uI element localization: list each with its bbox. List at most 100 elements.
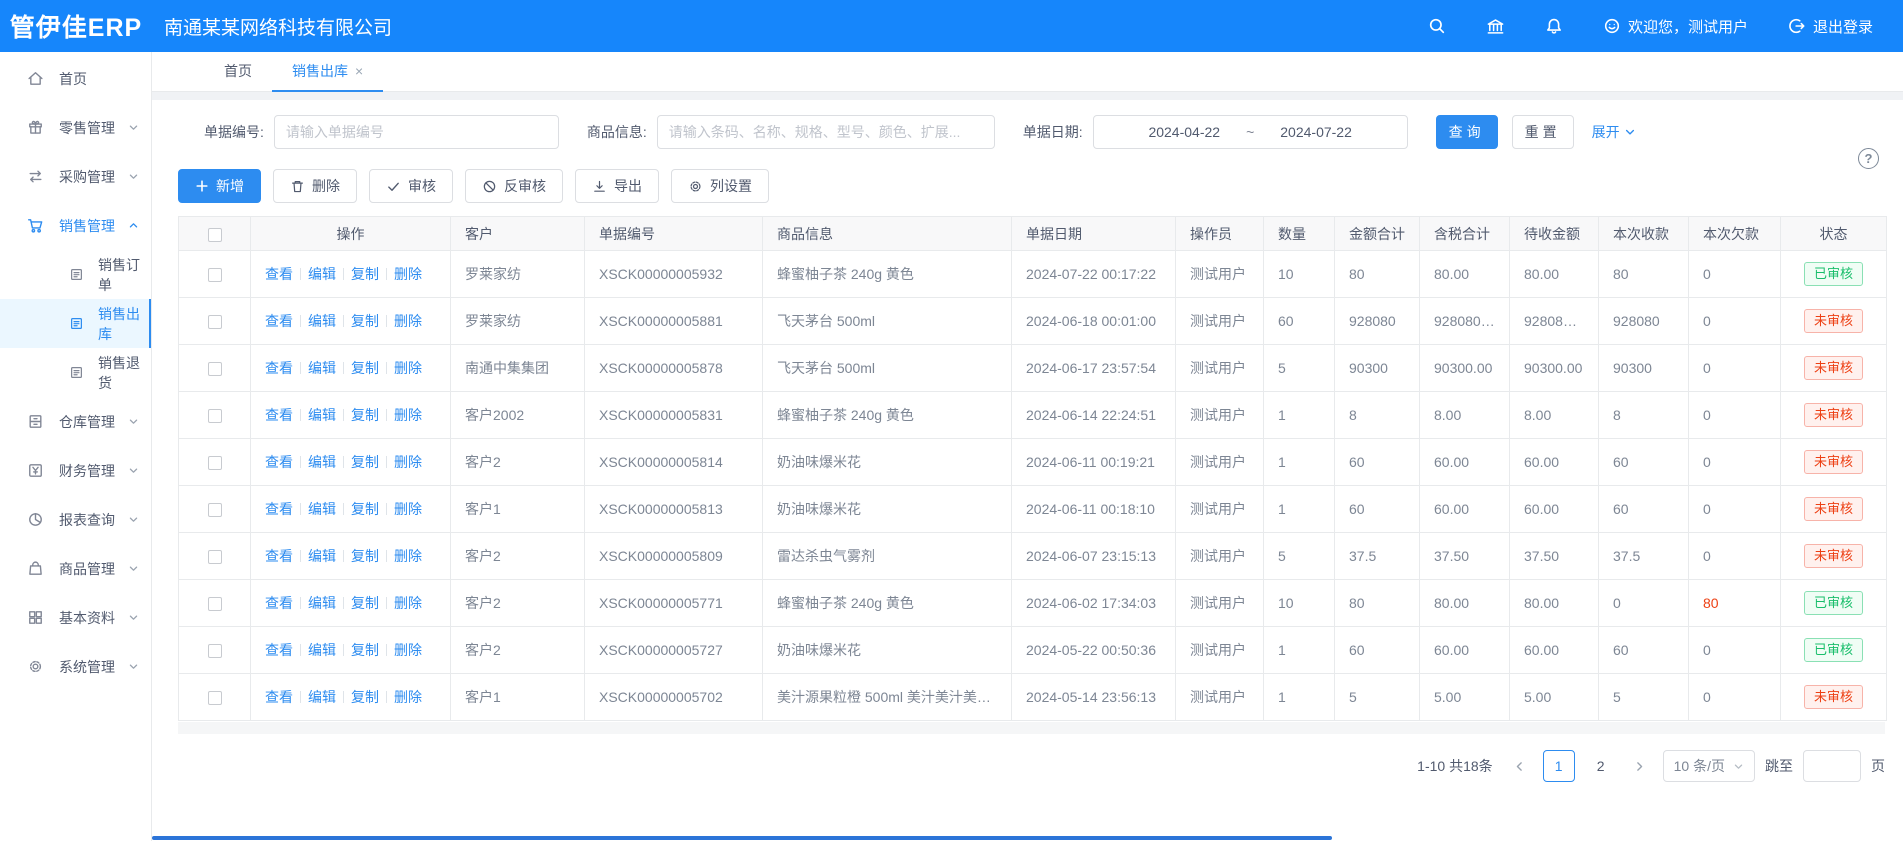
action-view-link[interactable]: 查看: [265, 501, 293, 517]
horizontal-scroll-track[interactable]: [178, 722, 1885, 734]
action-edit-link[interactable]: 编辑: [308, 454, 336, 470]
prev-page-button[interactable]: [1507, 750, 1533, 782]
next-page-button[interactable]: [1627, 750, 1653, 782]
sidebar-item-basic-data[interactable]: 基本资料: [0, 593, 151, 642]
table-row[interactable]: 查看编辑复制删除 客户1 XSCK00000005813 奶油味爆米花 2024…: [179, 486, 1887, 533]
bill-no-input[interactable]: [274, 115, 559, 149]
action-edit-link[interactable]: 编辑: [308, 548, 336, 564]
action-delete-link[interactable]: 删除: [394, 642, 422, 658]
date-range-picker[interactable]: 2024-04-22 ~ 2024-07-22: [1093, 115, 1408, 149]
sidebar-subitem-sales-order[interactable]: 销售订单: [0, 250, 151, 299]
audit-button[interactable]: 审核: [369, 169, 453, 203]
action-delete-link[interactable]: 删除: [394, 689, 422, 705]
action-view-link[interactable]: 查看: [265, 266, 293, 282]
search-icon[interactable]: [1428, 17, 1446, 35]
notification-bell-icon[interactable]: [1545, 17, 1563, 35]
action-copy-link[interactable]: 复制: [351, 595, 379, 611]
select-all-checkbox[interactable]: [208, 228, 222, 242]
table-row[interactable]: 查看编辑复制删除 客户2 XSCK00000005809 雷达杀虫气雾剂 202…: [179, 533, 1887, 580]
bank-icon[interactable]: [1486, 17, 1505, 36]
action-view-link[interactable]: 查看: [265, 548, 293, 564]
action-delete-link[interactable]: 删除: [394, 501, 422, 517]
action-edit-link[interactable]: 编辑: [308, 360, 336, 376]
sidebar-item-products[interactable]: 商品管理: [0, 544, 151, 593]
action-edit-link[interactable]: 编辑: [308, 689, 336, 705]
sidebar-item-sales[interactable]: 销售管理: [0, 201, 151, 250]
sidebar-item-finance[interactable]: 财务管理: [0, 446, 151, 495]
action-view-link[interactable]: 查看: [265, 313, 293, 329]
action-edit-link[interactable]: 编辑: [308, 266, 336, 282]
row-checkbox[interactable]: [208, 691, 222, 705]
delete-button[interactable]: 删除: [273, 169, 357, 203]
help-icon[interactable]: ?: [1858, 148, 1879, 169]
action-copy-link[interactable]: 复制: [351, 454, 379, 470]
export-button[interactable]: 导出: [575, 169, 659, 203]
welcome-user[interactable]: 欢迎您，测试用户: [1603, 16, 1748, 37]
action-copy-link[interactable]: 复制: [351, 360, 379, 376]
jump-input[interactable]: [1803, 750, 1861, 782]
column-settings-button[interactable]: 列设置: [671, 169, 769, 203]
action-view-link[interactable]: 查看: [265, 642, 293, 658]
logout-button[interactable]: 退出登录: [1788, 16, 1873, 37]
row-checkbox[interactable]: [208, 503, 222, 517]
action-copy-link[interactable]: 复制: [351, 642, 379, 658]
sidebar-item-retail[interactable]: 零售管理: [0, 103, 151, 152]
action-delete-link[interactable]: 删除: [394, 548, 422, 564]
action-copy-link[interactable]: 复制: [351, 266, 379, 282]
action-delete-link[interactable]: 删除: [394, 454, 422, 470]
action-view-link[interactable]: 查看: [265, 454, 293, 470]
action-edit-link[interactable]: 编辑: [308, 595, 336, 611]
page-button-2[interactable]: 2: [1585, 750, 1617, 782]
row-checkbox[interactable]: [208, 315, 222, 329]
action-view-link[interactable]: 查看: [265, 595, 293, 611]
row-checkbox[interactable]: [208, 456, 222, 470]
table-row[interactable]: 查看编辑复制删除 客户2002 XSCK00000005831 蜂蜜柚子茶 24…: [179, 392, 1887, 439]
tab-home[interactable]: 首页: [204, 52, 272, 92]
product-info-input[interactable]: [657, 115, 995, 149]
action-edit-link[interactable]: 编辑: [308, 407, 336, 423]
table-row[interactable]: 查看编辑复制删除 客户2 XSCK00000005727 奶油味爆米花 2024…: [179, 627, 1887, 674]
action-view-link[interactable]: 查看: [265, 689, 293, 705]
sidebar-subitem-sales-return[interactable]: 销售退货: [0, 348, 151, 397]
tab-close-icon[interactable]: ×: [355, 63, 363, 79]
action-delete-link[interactable]: 删除: [394, 595, 422, 611]
sidebar-item-reports[interactable]: 报表查询: [0, 495, 151, 544]
action-delete-link[interactable]: 删除: [394, 407, 422, 423]
table-row[interactable]: 查看编辑复制删除 客户2 XSCK00000005771 蜂蜜柚子茶 240g …: [179, 580, 1887, 627]
unaudit-button[interactable]: 反审核: [465, 169, 563, 203]
reset-button[interactable]: 重置: [1512, 115, 1574, 149]
row-checkbox[interactable]: [208, 644, 222, 658]
action-delete-link[interactable]: 删除: [394, 266, 422, 282]
action-delete-link[interactable]: 删除: [394, 313, 422, 329]
action-edit-link[interactable]: 编辑: [308, 642, 336, 658]
action-delete-link[interactable]: 删除: [394, 360, 422, 376]
row-checkbox[interactable]: [208, 597, 222, 611]
table-row[interactable]: 查看编辑复制删除 客户1 XSCK00000005702 美汁源果粒橙 500m…: [179, 674, 1887, 721]
row-checkbox[interactable]: [208, 550, 222, 564]
action-view-link[interactable]: 查看: [265, 360, 293, 376]
sidebar-item-warehouse[interactable]: 仓库管理: [0, 397, 151, 446]
tab-sales-outbound[interactable]: 销售出库×: [272, 52, 383, 92]
table-row[interactable]: 查看编辑复制删除 罗莱家纺 XSCK00000005881 飞天茅台 500ml…: [179, 298, 1887, 345]
table-row[interactable]: 查看编辑复制删除 客户2 XSCK00000005814 奶油味爆米花 2024…: [179, 439, 1887, 486]
row-checkbox[interactable]: [208, 268, 222, 282]
table-row[interactable]: 查看编辑复制删除 罗莱家纺 XSCK00000005932 蜂蜜柚子茶 240g…: [179, 251, 1887, 298]
action-view-link[interactable]: 查看: [265, 407, 293, 423]
sidebar-subitem-sales-outbound[interactable]: 销售出库: [0, 299, 151, 348]
bottom-scrollbar[interactable]: [152, 836, 1332, 840]
add-button[interactable]: 新增: [178, 169, 261, 203]
expand-link[interactable]: 展开: [1592, 122, 1636, 142]
action-copy-link[interactable]: 复制: [351, 548, 379, 564]
action-edit-link[interactable]: 编辑: [308, 313, 336, 329]
table-row[interactable]: 查看编辑复制删除 南通中集集团 XSCK00000005878 飞天茅台 500…: [179, 345, 1887, 392]
sidebar-item-home[interactable]: 首页: [0, 54, 151, 103]
sidebar-item-system[interactable]: 系统管理: [0, 642, 151, 691]
page-size-select[interactable]: 10 条/页: [1663, 750, 1755, 782]
row-checkbox[interactable]: [208, 362, 222, 376]
app-logo[interactable]: 管伊佳ERP: [0, 8, 152, 44]
action-edit-link[interactable]: 编辑: [308, 501, 336, 517]
action-copy-link[interactable]: 复制: [351, 501, 379, 517]
row-checkbox[interactable]: [208, 409, 222, 423]
action-copy-link[interactable]: 复制: [351, 689, 379, 705]
sidebar-item-purchase[interactable]: 采购管理: [0, 152, 151, 201]
